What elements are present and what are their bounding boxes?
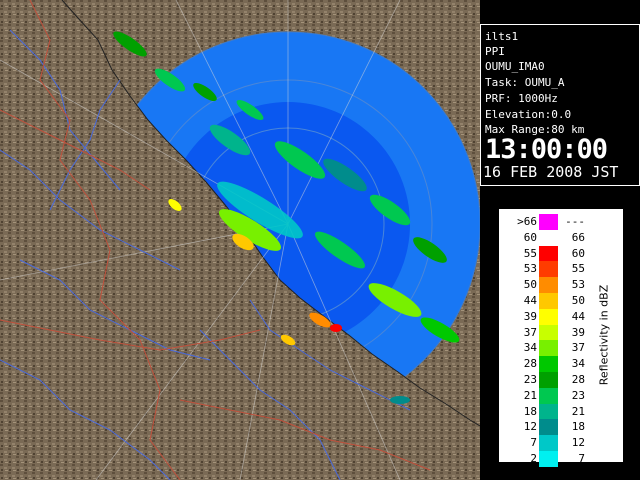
legend-high-value: --- [565,215,585,228]
legend-high-value: 66 [571,230,585,244]
legend-color-swatch [539,293,558,309]
legend-high-value: 53 [571,278,585,292]
legend-color-swatch [539,340,558,357]
legend-low-value: 55 [523,246,537,260]
legend-row: 27 [499,451,619,467]
legend-color-swatch [539,419,558,436]
legend-color-swatch [539,356,558,372]
legend-high-value: 37 [571,341,585,355]
legend-row: >66 --- [499,214,619,230]
legend-low-value: 37 [523,325,537,339]
product-type: PPI [485,45,505,58]
radar-map-graphic [0,0,480,480]
legend-low-value: 7 [530,436,537,450]
legend-high-value: 12 [571,436,585,450]
legend-color-swatch [539,324,558,341]
legend-color-swatch [539,229,558,246]
legend-color-swatch [539,277,558,293]
radar-name: OUMU_IMA0 [485,60,545,73]
legend-high-value: 60 [571,246,585,260]
legend-color-swatch [539,372,558,388]
legend-row: 12 18 [499,419,619,436]
legend-high-value: 55 [571,262,585,276]
radar-info-panel: ilts1 PPI OUMU_IMA0 Task: OUMU_A PRF: 10… [480,24,640,186]
radar-display: ilts1 PPI OUMU_IMA0 Task: OUMU_A PRF: 10… [0,0,640,480]
legend-color-swatch [539,435,558,451]
legend-low-value: 12 [523,420,537,434]
legend-high-value: 50 [571,294,585,307]
legend-color-swatch [539,387,558,404]
legend-row: 60 66 [499,229,619,246]
legend-row: 53 55 [499,261,619,278]
legend-low-value: 39 [523,309,537,323]
legend-low-value: 60 [523,230,537,244]
legend-title: Reflectivity in dBZ [597,284,611,386]
legend-low-value: 44 [523,294,537,307]
legend-low-value: 18 [523,404,537,418]
legend-row: 18 21 [499,403,619,420]
legend-color-swatch [539,403,558,420]
scan-date: 16 FEB 2008 JST [483,163,619,181]
legend-low-value: 2 [530,452,537,465]
legend-row: 21 23 [499,387,619,404]
legend-row: 55 60 [499,245,619,262]
legend-high-value: 28 [571,373,585,386]
legend-high-value: 34 [571,357,585,371]
radar-ppi-map [0,0,480,480]
legend-color-swatch [539,308,558,325]
legend-high-value: 21 [571,404,585,418]
legend-low-value: 23 [523,373,537,386]
legend-high-value: 18 [571,420,585,434]
legend-low-value: 28 [523,357,537,371]
legend-low-value: >66 [517,215,537,228]
legend-color-swatch [539,214,558,230]
legend-low-value: 53 [523,262,537,276]
prf-value: PRF: 1000Hz [485,92,558,105]
task-name: Task: OUMU_A [485,76,565,89]
scan-time: 13:00:00 [485,134,608,165]
legend-color-swatch [539,451,558,467]
legend-color-swatch [539,261,558,278]
legend-low-value: 34 [523,341,537,355]
site-name: ilts1 [485,30,519,43]
legend-high-value: 39 [571,325,585,339]
legend-color-swatch [539,245,558,262]
legend-high-value: 7 [578,452,585,465]
legend-high-value: 44 [571,309,585,323]
elevation-value: Elevation:0.0 [485,108,572,121]
legend-low-value: 50 [523,278,537,292]
legend-high-value: 23 [571,388,585,402]
legend-low-value: 21 [523,388,537,402]
legend-row: 7 12 [499,435,619,451]
